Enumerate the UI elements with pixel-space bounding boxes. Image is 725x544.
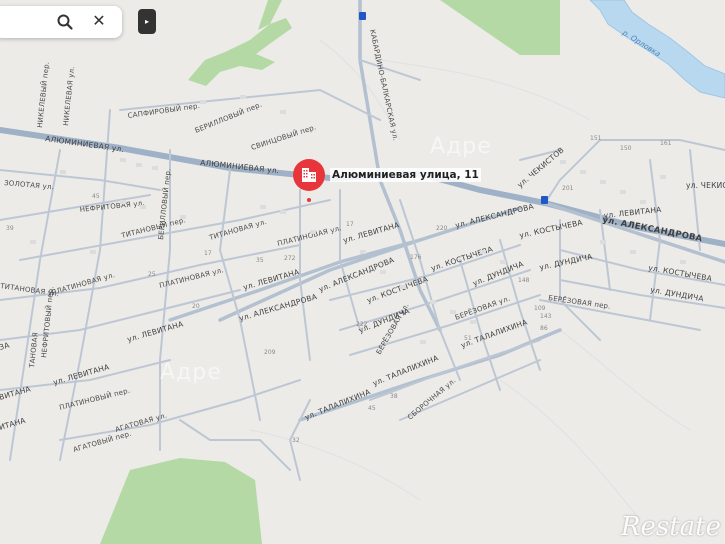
svg-text:НЕФРИТОВЫЙ пер.: НЕФРИТОВЫЙ пер. xyxy=(39,286,55,358)
svg-text:ВИТАНА: ВИТАНА xyxy=(0,384,32,402)
svg-text:ПЛАТИНОВАЯ ул.: ПЛАТИНОВАЯ ул. xyxy=(50,271,116,297)
map-watermark: Адре xyxy=(160,360,222,385)
svg-text:ТИТАНОВАЯ ул.: ТИТАНОВАЯ ул. xyxy=(207,218,267,242)
search-icon[interactable] xyxy=(56,13,74,31)
svg-text:БЕРИЛЛОВЫЙ пер.: БЕРИЛЛОВЫЙ пер. xyxy=(193,100,263,135)
svg-text:АЛЮМИНИЕВАЯ ул.: АЛЮМИНИЕВАЯ ул. xyxy=(200,158,280,175)
svg-text:17: 17 xyxy=(204,250,212,257)
building-pin-icon[interactable] xyxy=(292,158,326,202)
svg-text:ул. ДУНДИЧА: ул. ДУНДИЧА xyxy=(539,252,594,272)
collapse-panel-button[interactable]: ▸ xyxy=(138,9,156,34)
svg-text:45: 45 xyxy=(368,405,376,412)
map-watermark: Адре xyxy=(430,134,492,159)
svg-text:ул. АЛЕКСАНДРОВА: ул. АЛЕКСАНДРОВА xyxy=(454,202,535,230)
site-watermark: Restate xyxy=(620,512,721,542)
svg-text:35: 35 xyxy=(256,257,264,264)
svg-text:ПЛАТИНОВАЯ ул.: ПЛАТИНОВАЯ ул. xyxy=(277,224,343,248)
svg-text:86: 86 xyxy=(540,325,548,332)
svg-text:20: 20 xyxy=(192,303,200,310)
svg-text:209: 209 xyxy=(264,349,276,356)
svg-text:ЗОЛОТАЯ ул.: ЗОЛОТАЯ ул. xyxy=(4,179,54,191)
svg-text:АЛЮМИНИЕВАЯ ул.: АЛЮМИНИЕВАЯ ул. xyxy=(45,134,125,154)
svg-text:201: 201 xyxy=(562,185,574,192)
svg-text:32: 32 xyxy=(292,437,300,444)
search-box[interactable]: ✕ xyxy=(0,6,122,38)
svg-text:220: 220 xyxy=(436,225,448,232)
svg-text:17: 17 xyxy=(346,221,354,228)
svg-text:25: 25 xyxy=(148,271,156,278)
street-labels: АЛЮМИНИЕВАЯ ул. АЛЮМИНИЕВАЯ ул. САПФИРОВ… xyxy=(0,28,725,454)
svg-text:ул. ЛЕВИТАНА: ул. ЛЕВИТАНА xyxy=(126,319,185,344)
green-area-top xyxy=(440,0,560,55)
marker-title[interactable]: Алюминиевая улица, 11 xyxy=(330,168,481,182)
green-area-bottom xyxy=(100,458,262,544)
svg-text:ул. ЛЕВИТАНА: ул. ЛЕВИТАНА xyxy=(52,362,111,387)
svg-text:51: 51 xyxy=(464,335,472,342)
bus-stop-icon[interactable] xyxy=(541,196,548,204)
green-area-ravine xyxy=(188,18,292,86)
svg-text:161: 161 xyxy=(660,140,672,147)
svg-text:ПЛАТИНОВЫЙ пер.: ПЛАТИНОВЫЙ пер. xyxy=(58,386,131,412)
close-icon[interactable]: ✕ xyxy=(90,12,108,30)
svg-text:45: 45 xyxy=(92,193,100,200)
svg-text:39: 39 xyxy=(6,225,14,232)
bus-stop-icon[interactable] xyxy=(359,12,366,20)
svg-text:БЕРЁЗОВАЯ ул.: БЕРЁЗОВАЯ ул. xyxy=(374,301,411,356)
svg-text:ЗА: ЗА xyxy=(0,340,11,352)
svg-text:ул. КОСТЫЧЕВА: ул. КОСТЫЧЕВА xyxy=(519,218,585,240)
svg-text:109: 109 xyxy=(534,305,546,312)
svg-text:143: 143 xyxy=(540,313,552,320)
map-canvas[interactable]: АЛЮМИНИЕВАЯ ул. АЛЮМИНИЕВАЯ ул. САПФИРОВ… xyxy=(0,0,725,544)
svg-text:САПФИРОВЫЙ пер.: САПФИРОВЫЙ пер. xyxy=(127,101,200,120)
svg-text:ул. ТАЛАЛИХИНА: ул. ТАЛАЛИХИНА xyxy=(303,387,372,422)
svg-text:151: 151 xyxy=(590,135,602,142)
svg-text:38: 38 xyxy=(390,393,398,400)
svg-text:НИКЕЛЕВЫЙ пер.: НИКЕЛЕВЫЙ пер. xyxy=(35,61,51,128)
svg-text:ул. ЧЕКИСТ: ул. ЧЕКИСТ xyxy=(686,181,725,190)
svg-text:222: 222 xyxy=(356,321,368,328)
svg-text:СВИНЦОВЫЙ пер.: СВИНЦОВЫЙ пер. xyxy=(250,122,317,152)
svg-text:ул. ТАЛАЛИХИНА: ул. ТАЛАЛИХИНА xyxy=(371,353,440,388)
svg-text:ул. КОСТЫЧЕВА: ул. КОСТЫЧЕВА xyxy=(648,263,714,283)
svg-text:176: 176 xyxy=(410,254,422,261)
svg-text:НИКЕЛЕВАЯ ул.: НИКЕЛЕВАЯ ул. xyxy=(62,66,76,126)
svg-text:150: 150 xyxy=(620,145,632,152)
svg-text:272: 272 xyxy=(284,255,296,262)
svg-text:ТАНОВАЯ: ТАНОВАЯ xyxy=(28,332,40,369)
map-view[interactable]: АЛЮМИНИЕВАЯ ул. АЛЮМИНИЕВАЯ ул. САПФИРОВ… xyxy=(0,0,725,544)
svg-text:КАБАРДИНО-БАЛКАРСКАЯ ул.: КАБАРДИНО-БАЛКАРСКАЯ ул. xyxy=(368,29,399,142)
svg-text:148: 148 xyxy=(518,277,530,284)
